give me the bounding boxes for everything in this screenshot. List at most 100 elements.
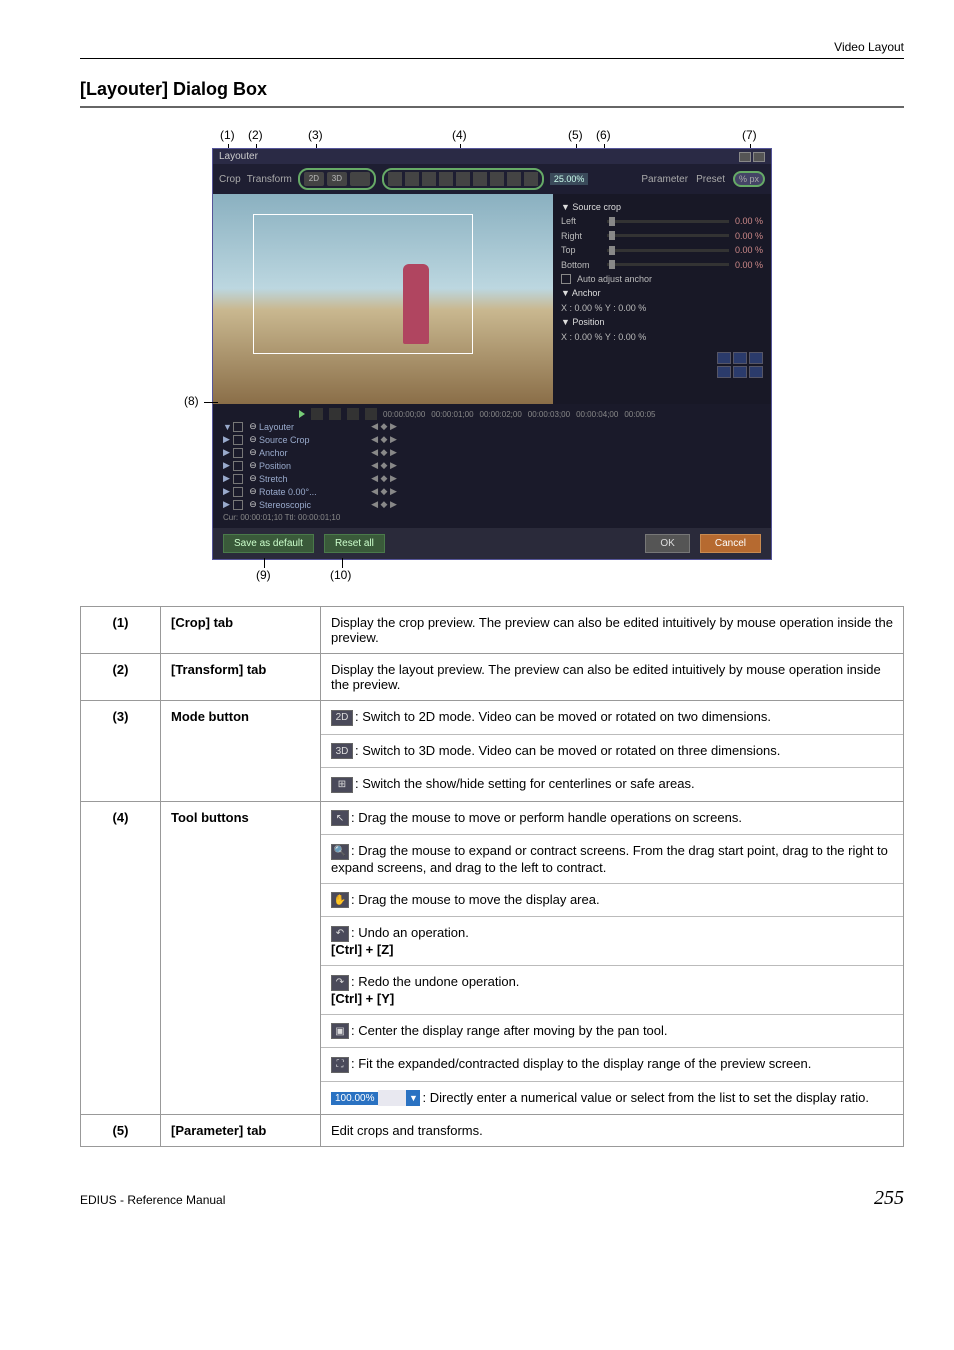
- right-slider[interactable]: [607, 234, 729, 237]
- callout-9: (9): [256, 568, 271, 582]
- tl-icon[interactable]: [329, 408, 341, 420]
- callout-8: (8): [184, 394, 199, 408]
- parameter-header: Parameter Preset % px: [641, 171, 765, 187]
- row-label: [Transform] tab: [161, 654, 321, 701]
- divider-icon: [490, 172, 504, 186]
- fit-icon[interactable]: [524, 172, 538, 186]
- row-desc: Display the layout preview. The preview …: [321, 654, 904, 701]
- magnify-icon[interactable]: [405, 172, 419, 186]
- timeline-cursor-info: Cur: 00:00:01;10 Ttl: 00:00:01;10: [223, 511, 771, 524]
- divider-icon: [439, 172, 453, 186]
- auto-anchor-checkbox[interactable]: Auto adjust anchor: [577, 272, 652, 286]
- callout-row-top: (1) (2) (3) (4) (5) (6) (7): [212, 128, 772, 148]
- tool-button-group: [382, 168, 544, 190]
- save-default-button[interactable]: Save as default: [223, 534, 314, 553]
- callout-5: (5): [568, 128, 583, 142]
- play-icon[interactable]: [299, 410, 305, 418]
- timeline-area: 00:00:00;00 00:00:01;00 00:00:02;00 00:0…: [213, 404, 771, 528]
- transform-tab[interactable]: Transform: [247, 174, 292, 185]
- layouter-dialog: Layouter Crop Transform 2D 3D: [212, 148, 772, 560]
- undo-icon[interactable]: [456, 172, 470, 186]
- undo-icon: ↶: [331, 926, 349, 942]
- callout-7: (7): [742, 128, 757, 142]
- preview-area[interactable]: [213, 194, 553, 404]
- description-table: (1) [Crop] tab Display the crop preview.…: [80, 606, 904, 1147]
- dialog-bottom-bar: Save as default Reset all OK Cancel: [213, 528, 771, 559]
- row-label: Tool buttons: [161, 801, 321, 1115]
- callout-6: (6): [596, 128, 611, 142]
- row-number: (1): [81, 607, 161, 654]
- title-underline: [80, 106, 904, 108]
- ok-button[interactable]: OK: [645, 534, 689, 553]
- callout-1: (1): [220, 128, 235, 142]
- callout-10: (10): [330, 568, 351, 582]
- tl-icon[interactable]: [365, 408, 377, 420]
- mode-3d-icon: 3D: [331, 743, 353, 759]
- parameter-tab[interactable]: Parameter: [641, 174, 688, 185]
- reset-all-button[interactable]: Reset all: [324, 534, 385, 553]
- source-crop-header: ▼ Source crop: [561, 200, 763, 214]
- pan-icon[interactable]: [422, 172, 436, 186]
- callout-row-bottom: (9) (10): [212, 560, 772, 582]
- callout-3: (3): [308, 128, 323, 142]
- timeline-tracks: ▼⊖Layouter◀ ◆ ▶ ▶⊖Source Crop◀ ◆ ▶ ▶⊖Anc…: [223, 420, 771, 511]
- callout-8-wrap: (8): [184, 394, 199, 408]
- guides-icon: ⊞: [331, 777, 353, 793]
- table-row: (2) [Transform] tab Display the layout p…: [81, 654, 904, 701]
- callout-4: (4): [452, 128, 467, 142]
- pointer-icon[interactable]: [388, 172, 402, 186]
- table-row: (5) [Parameter] tab Edit crops and trans…: [81, 1115, 904, 1147]
- px-mode-toggle[interactable]: % px: [733, 171, 765, 187]
- guides-icon[interactable]: [350, 172, 370, 186]
- callout-2: (2): [248, 128, 263, 142]
- dialog-titlebar: Layouter: [213, 149, 771, 164]
- tl-icon[interactable]: [311, 408, 323, 420]
- row-label: Mode button: [161, 701, 321, 802]
- redo-icon: ↷: [331, 975, 349, 991]
- dialog-screenshot: (1) (2) (3) (4) (5) (6) (7) Layouter Cro…: [212, 128, 772, 582]
- footer-page-number: 255: [874, 1187, 904, 1210]
- dialog-title: Layouter: [219, 151, 258, 162]
- table-row: (1) [Crop] tab Display the crop preview.…: [81, 607, 904, 654]
- page-footer: EDIUS - Reference Manual 255: [80, 1187, 904, 1210]
- minimize-icon[interactable]: [739, 152, 751, 162]
- header-breadcrumb: Video Layout: [80, 40, 904, 59]
- zoom-value[interactable]: 25.00%: [550, 173, 589, 185]
- window-controls[interactable]: [739, 152, 765, 162]
- preset-tab[interactable]: Preset: [696, 174, 725, 185]
- zoom-ratio-control: 100.00%▼: [331, 1090, 420, 1106]
- row-desc: ↖: Drag the mouse to move or perform han…: [321, 801, 904, 1115]
- bottom-slider[interactable]: [607, 263, 729, 266]
- row-label: [Parameter] tab: [161, 1115, 321, 1147]
- preview-frame: [253, 214, 473, 354]
- center-icon[interactable]: [507, 172, 521, 186]
- pointer-icon: ↖: [331, 810, 349, 826]
- left-slider[interactable]: [607, 220, 729, 223]
- magnify-icon: 🔍: [331, 844, 349, 860]
- top-slider[interactable]: [607, 249, 729, 252]
- row-number: (5): [81, 1115, 161, 1147]
- close-icon[interactable]: [753, 152, 765, 162]
- dialog-toolbar: Crop Transform 2D 3D 25.00% Para: [213, 164, 771, 194]
- table-row: (4) Tool buttons ↖: Drag the mouse to mo…: [81, 801, 904, 1115]
- row-number: (2): [81, 654, 161, 701]
- row-number: (3): [81, 701, 161, 802]
- redo-icon[interactable]: [473, 172, 487, 186]
- pan-icon: ✋: [331, 892, 349, 908]
- center-icon: ▣: [331, 1023, 349, 1039]
- dialog-main-row: ▼ Source crop Left0.00 % Right0.00 % Top…: [213, 194, 771, 404]
- section-title: [Layouter] Dialog Box: [80, 79, 904, 100]
- crop-tab[interactable]: Crop: [219, 174, 241, 185]
- row-label: [Crop] tab: [161, 607, 321, 654]
- fit-icon: ⛶: [331, 1057, 349, 1073]
- nudge-arrows[interactable]: [561, 352, 763, 378]
- table-row: (3) Mode button 2D: Switch to 2D mode. V…: [81, 701, 904, 802]
- row-desc: 2D: Switch to 2D mode. Video can be move…: [321, 701, 904, 802]
- mode-2d-icon[interactable]: 2D: [304, 172, 324, 186]
- tl-icon[interactable]: [347, 408, 359, 420]
- mode-button-group: 2D 3D: [298, 168, 376, 190]
- redo-shortcut: [Ctrl] + [Y]: [331, 991, 394, 1006]
- cancel-button[interactable]: Cancel: [700, 534, 761, 553]
- mode-3d-icon[interactable]: 3D: [327, 172, 347, 186]
- row-desc: Display the crop preview. The preview ca…: [321, 607, 904, 654]
